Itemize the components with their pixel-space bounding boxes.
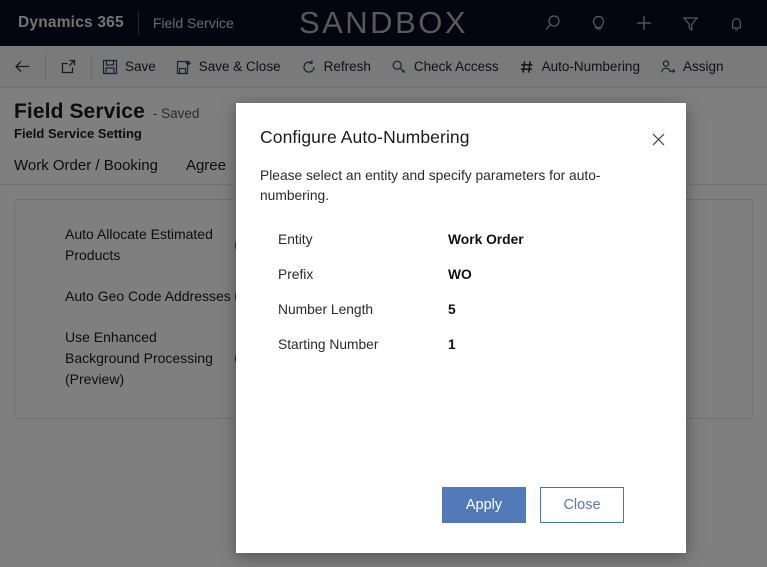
field-row-starting-number: Starting Number 1 [278, 337, 662, 352]
configure-auto-numbering-dialog: Configure Auto-Numbering Please select a… [236, 103, 686, 553]
dialog-header: Configure Auto-Numbering [236, 103, 686, 148]
close-button[interactable]: Close [540, 487, 624, 523]
field-label-starting-number: Starting Number [278, 337, 379, 352]
field-value-number-length[interactable]: 5 [448, 302, 456, 317]
field-row-number-length: Number Length 5 [278, 302, 662, 317]
app-root: Dynamics 365 Field Service SANDBOX [0, 0, 767, 567]
field-value-entity[interactable]: Work Order [448, 232, 524, 247]
dialog-title: Configure Auto-Numbering [260, 127, 470, 147]
dialog-form: Entity Work Order Prefix WO Number Lengt… [236, 206, 686, 487]
field-value-prefix[interactable]: WO [448, 267, 472, 282]
field-row-prefix: Prefix WO [278, 267, 662, 282]
dialog-footer: Apply Close [236, 487, 686, 553]
field-value-starting-number[interactable]: 1 [448, 337, 456, 352]
field-row-entity: Entity Work Order [278, 232, 662, 247]
field-label-entity: Entity [278, 232, 313, 247]
close-icon[interactable] [644, 125, 672, 153]
field-label-number-length: Number Length [278, 302, 374, 317]
field-label-prefix: Prefix [278, 267, 314, 282]
dialog-description: Please select an entity and specify para… [260, 168, 601, 203]
apply-button[interactable]: Apply [442, 487, 526, 523]
